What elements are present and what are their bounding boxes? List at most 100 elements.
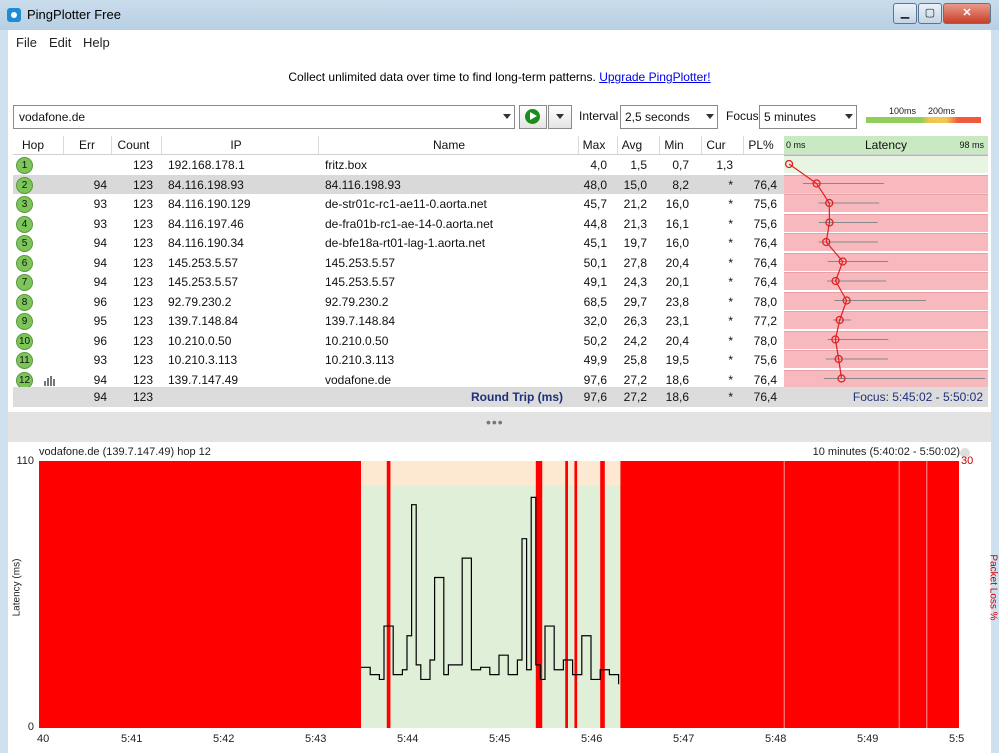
focus-range: Focus: 5:45:02 - 5:50:02: [852, 390, 983, 404]
target-value: vodafone.de: [19, 110, 86, 124]
cell-pl: 75,6: [753, 197, 777, 211]
cell-pl: 77,2: [753, 314, 777, 328]
target-combobox[interactable]: vodafone.de: [13, 105, 515, 129]
maximize-icon[interactable]: ▢: [918, 3, 942, 24]
cell-min: 18,6: [665, 372, 689, 387]
cell-pl: 78,0: [753, 333, 777, 348]
hop-number-badge: 7: [16, 274, 33, 291]
cell-count: 123: [132, 372, 153, 387]
menu-file[interactable]: File: [16, 35, 37, 50]
round-trip-label: Round Trip (ms): [471, 390, 563, 404]
hop-number-badge: 12: [16, 371, 33, 389]
total-min: 18,6: [665, 390, 689, 404]
cell-name: fritz.box: [325, 158, 368, 172]
cell-ip: 145.253.5.57: [168, 275, 239, 289]
cell-min: 20,4: [665, 255, 689, 270]
x-tick-label: 5:41: [121, 733, 143, 745]
cell-cur: *: [728, 333, 733, 348]
cell-pl: 76,4: [753, 275, 777, 289]
cell-name: de-fra01b-rc1-ae-14-0.aorta.net: [325, 216, 494, 231]
x-tick-label: 5:47: [673, 733, 695, 745]
col-cur[interactable]: Cur: [701, 138, 731, 152]
cell-avg: 29,7: [623, 294, 647, 309]
cell-name: 139.7.148.84: [325, 314, 396, 328]
cell-err: 96: [93, 294, 107, 309]
cell-cur: *: [728, 255, 733, 270]
cell-max: 50,1: [583, 255, 607, 270]
col-min[interactable]: Min: [659, 138, 689, 152]
packet-loss-band: [39, 461, 361, 728]
cell-pl: 75,6: [753, 353, 777, 367]
hop-number-badge: 10: [16, 332, 33, 350]
x-tick-label: 40: [37, 733, 50, 745]
cell-max: 44,8: [583, 216, 607, 231]
cell-avg: 26,3: [623, 314, 647, 328]
cell-count: 123: [132, 314, 153, 328]
cell-max: 68,5: [583, 294, 607, 309]
cell-min: 8,2: [672, 177, 689, 192]
cell-min: 23,1: [665, 314, 689, 328]
plot-area[interactable]: [39, 461, 959, 728]
col-name[interactable]: Name: [318, 138, 580, 152]
col-avg[interactable]: Avg: [617, 138, 647, 152]
total-pl: 76,4: [753, 390, 777, 404]
cell-pl: 76,4: [753, 236, 777, 250]
col-count[interactable]: Count: [111, 138, 156, 152]
pane-splitter[interactable]: •••: [8, 412, 991, 442]
totals-row: 94 123 Round Trip (ms) 97,6 27,2 18,6 * …: [13, 387, 988, 407]
latency-avg-point: [784, 159, 794, 169]
cell-cur: 1,3: [716, 158, 733, 172]
promo-banner: Collect unlimited data over time to find…: [8, 70, 991, 84]
cell-ip: 139.7.147.49: [168, 372, 239, 387]
cell-pl: 76,4: [753, 177, 777, 192]
cell-ip: 92.79.230.2: [168, 294, 232, 309]
cell-cur: *: [728, 177, 733, 192]
cell-err: 95: [93, 314, 107, 328]
start-trace-button[interactable]: [519, 105, 547, 129]
start-options-button[interactable]: [548, 105, 572, 129]
col-pl[interactable]: PL%: [743, 138, 779, 152]
x-tick-label: 5:5: [949, 733, 965, 745]
minimize-icon[interactable]: ▁: [893, 3, 917, 24]
cell-max: 45,1: [583, 236, 607, 250]
col-max[interactable]: Max: [578, 138, 610, 152]
app-window: PingPlotter Free ▁ ▢ ✕ File Edit Help Co…: [0, 0, 999, 753]
cell-err: 94: [93, 255, 107, 270]
close-icon[interactable]: ✕: [943, 3, 991, 24]
cell-name: de-str01c-rc1-ae11-0.aorta.net: [325, 197, 487, 211]
col-err[interactable]: Err: [63, 138, 111, 152]
menu-help[interactable]: Help: [83, 35, 110, 50]
legend-200-label: 200ms: [928, 106, 956, 116]
hop-number-badge: 4: [16, 215, 33, 233]
upgrade-link[interactable]: Upgrade PingPlotter!: [599, 70, 710, 84]
cell-name: 10.210.0.50: [325, 333, 389, 348]
cell-cur: *: [728, 314, 733, 328]
cell-cur: *: [728, 294, 733, 309]
cell-avg: 19,7: [623, 236, 647, 250]
cell-cur: *: [728, 236, 733, 250]
cell-name: 10.210.3.113: [325, 353, 395, 367]
cell-count: 123: [132, 275, 153, 289]
splitter-handle-icon[interactable]: •••: [486, 414, 504, 430]
col-ip[interactable]: IP: [161, 138, 311, 152]
chevron-down-icon[interactable]: [503, 114, 511, 119]
graph-bars-icon[interactable]: [44, 375, 56, 386]
cell-count: 123: [132, 216, 153, 231]
cell-avg: 25,8: [623, 353, 647, 367]
packet-loss-band: [565, 461, 568, 728]
pingplotter-logo-icon: [7, 8, 21, 22]
cell-ip: 84.116.190.129: [168, 197, 251, 211]
x-tick-label: 5:46: [581, 733, 603, 745]
menu-edit[interactable]: Edit: [49, 35, 71, 50]
cell-err: 93: [93, 353, 107, 367]
col-hop[interactable]: Hop: [13, 138, 53, 152]
graph-range[interactable]: 10 minutes (5:40:02 - 5:50:02): [813, 446, 960, 458]
focus-select[interactable]: 5 minutes: [759, 105, 857, 129]
x-tick-label: 5:48: [765, 733, 787, 745]
cell-max: 49,1: [583, 275, 607, 289]
interval-select[interactable]: 2,5 seconds: [620, 105, 718, 129]
cell-cur: *: [728, 197, 733, 211]
cell-max: 32,0: [583, 314, 607, 328]
cell-count: 123: [132, 158, 153, 172]
cell-max: 45,7: [583, 197, 607, 211]
